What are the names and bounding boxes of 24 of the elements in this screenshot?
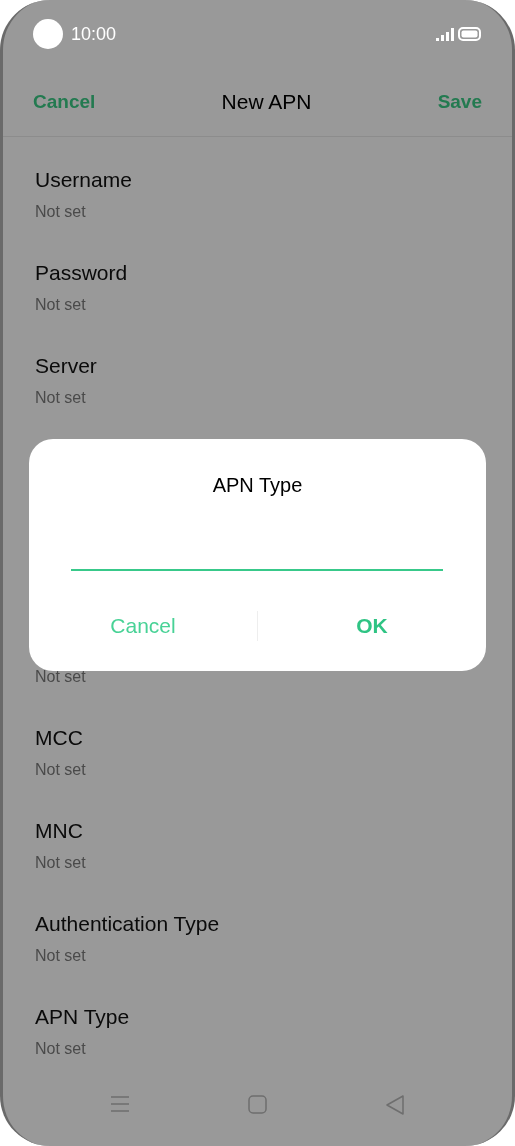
status-time: 10:00 (71, 22, 117, 46)
camera-cutout (33, 19, 63, 49)
battery-icon (458, 27, 482, 41)
home-icon[interactable] (248, 1095, 267, 1114)
field-value: Not set (35, 946, 86, 966)
field-value: Not set (35, 388, 86, 408)
menu-icon[interactable] (110, 1095, 130, 1113)
field-value: Not set (35, 1039, 86, 1059)
field-label[interactable]: MNC (35, 816, 83, 846)
dialog-title: APN Type (211, 473, 304, 497)
signal-icon (436, 27, 454, 41)
field-label[interactable]: Username (35, 165, 132, 195)
field-label[interactable]: Server (35, 351, 97, 381)
field-value: Not set (35, 760, 86, 780)
back-icon[interactable] (385, 1095, 405, 1115)
field-value: Not set (35, 667, 86, 687)
field-label[interactable]: APN Type (35, 1002, 130, 1032)
field-label[interactable]: MCC (35, 723, 83, 753)
field-value: Not set (35, 202, 86, 222)
field-label[interactable]: Authentication Type (35, 909, 220, 939)
field-value: Not set (35, 853, 86, 873)
field-label[interactable]: Password (35, 258, 128, 288)
page-title: New APN (221, 89, 312, 116)
field-value: Not set (35, 295, 86, 315)
